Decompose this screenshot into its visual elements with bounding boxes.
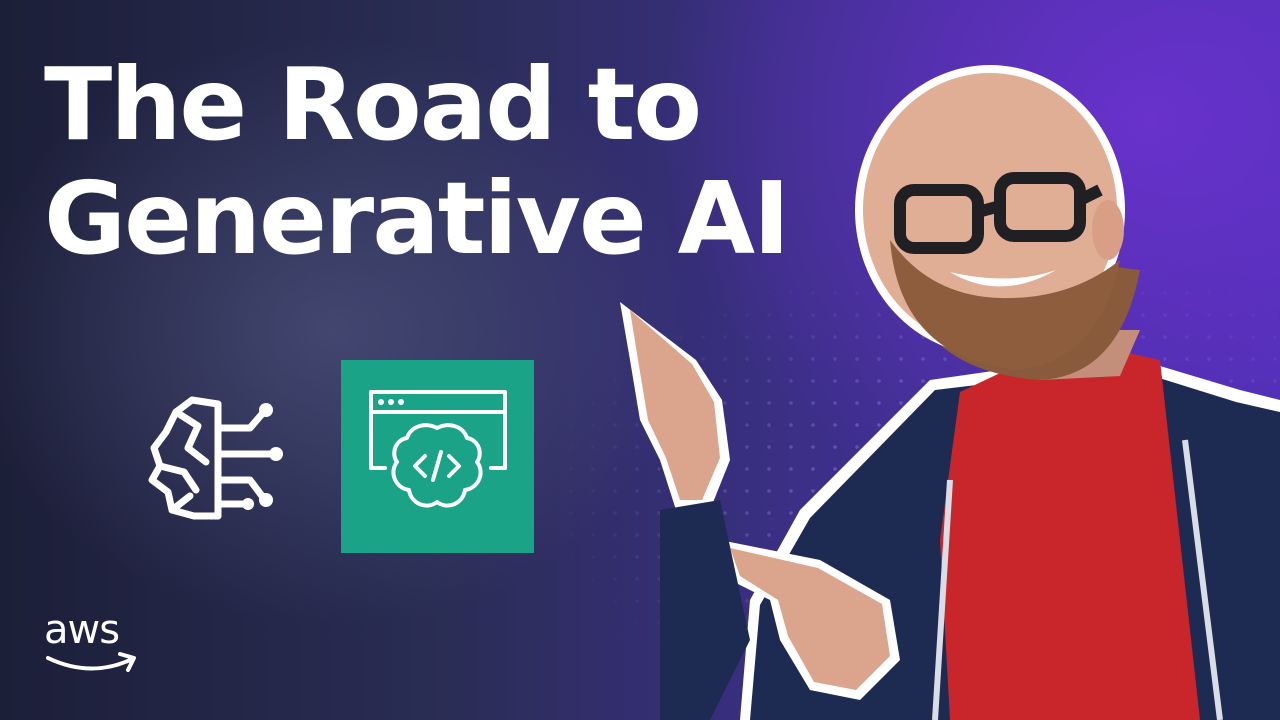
- presenter-photo: [600, 40, 1280, 720]
- video-thumbnail[interactable]: The Road to Generative AI aws: [0, 0, 1280, 720]
- code-brain-app-tile: [341, 360, 534, 553]
- ai-brain-circuit-icon: [146, 392, 286, 522]
- aws-smile-arrow-icon: [46, 652, 136, 672]
- aws-logo: aws: [44, 608, 144, 680]
- code-brain-browser-icon: [369, 390, 507, 508]
